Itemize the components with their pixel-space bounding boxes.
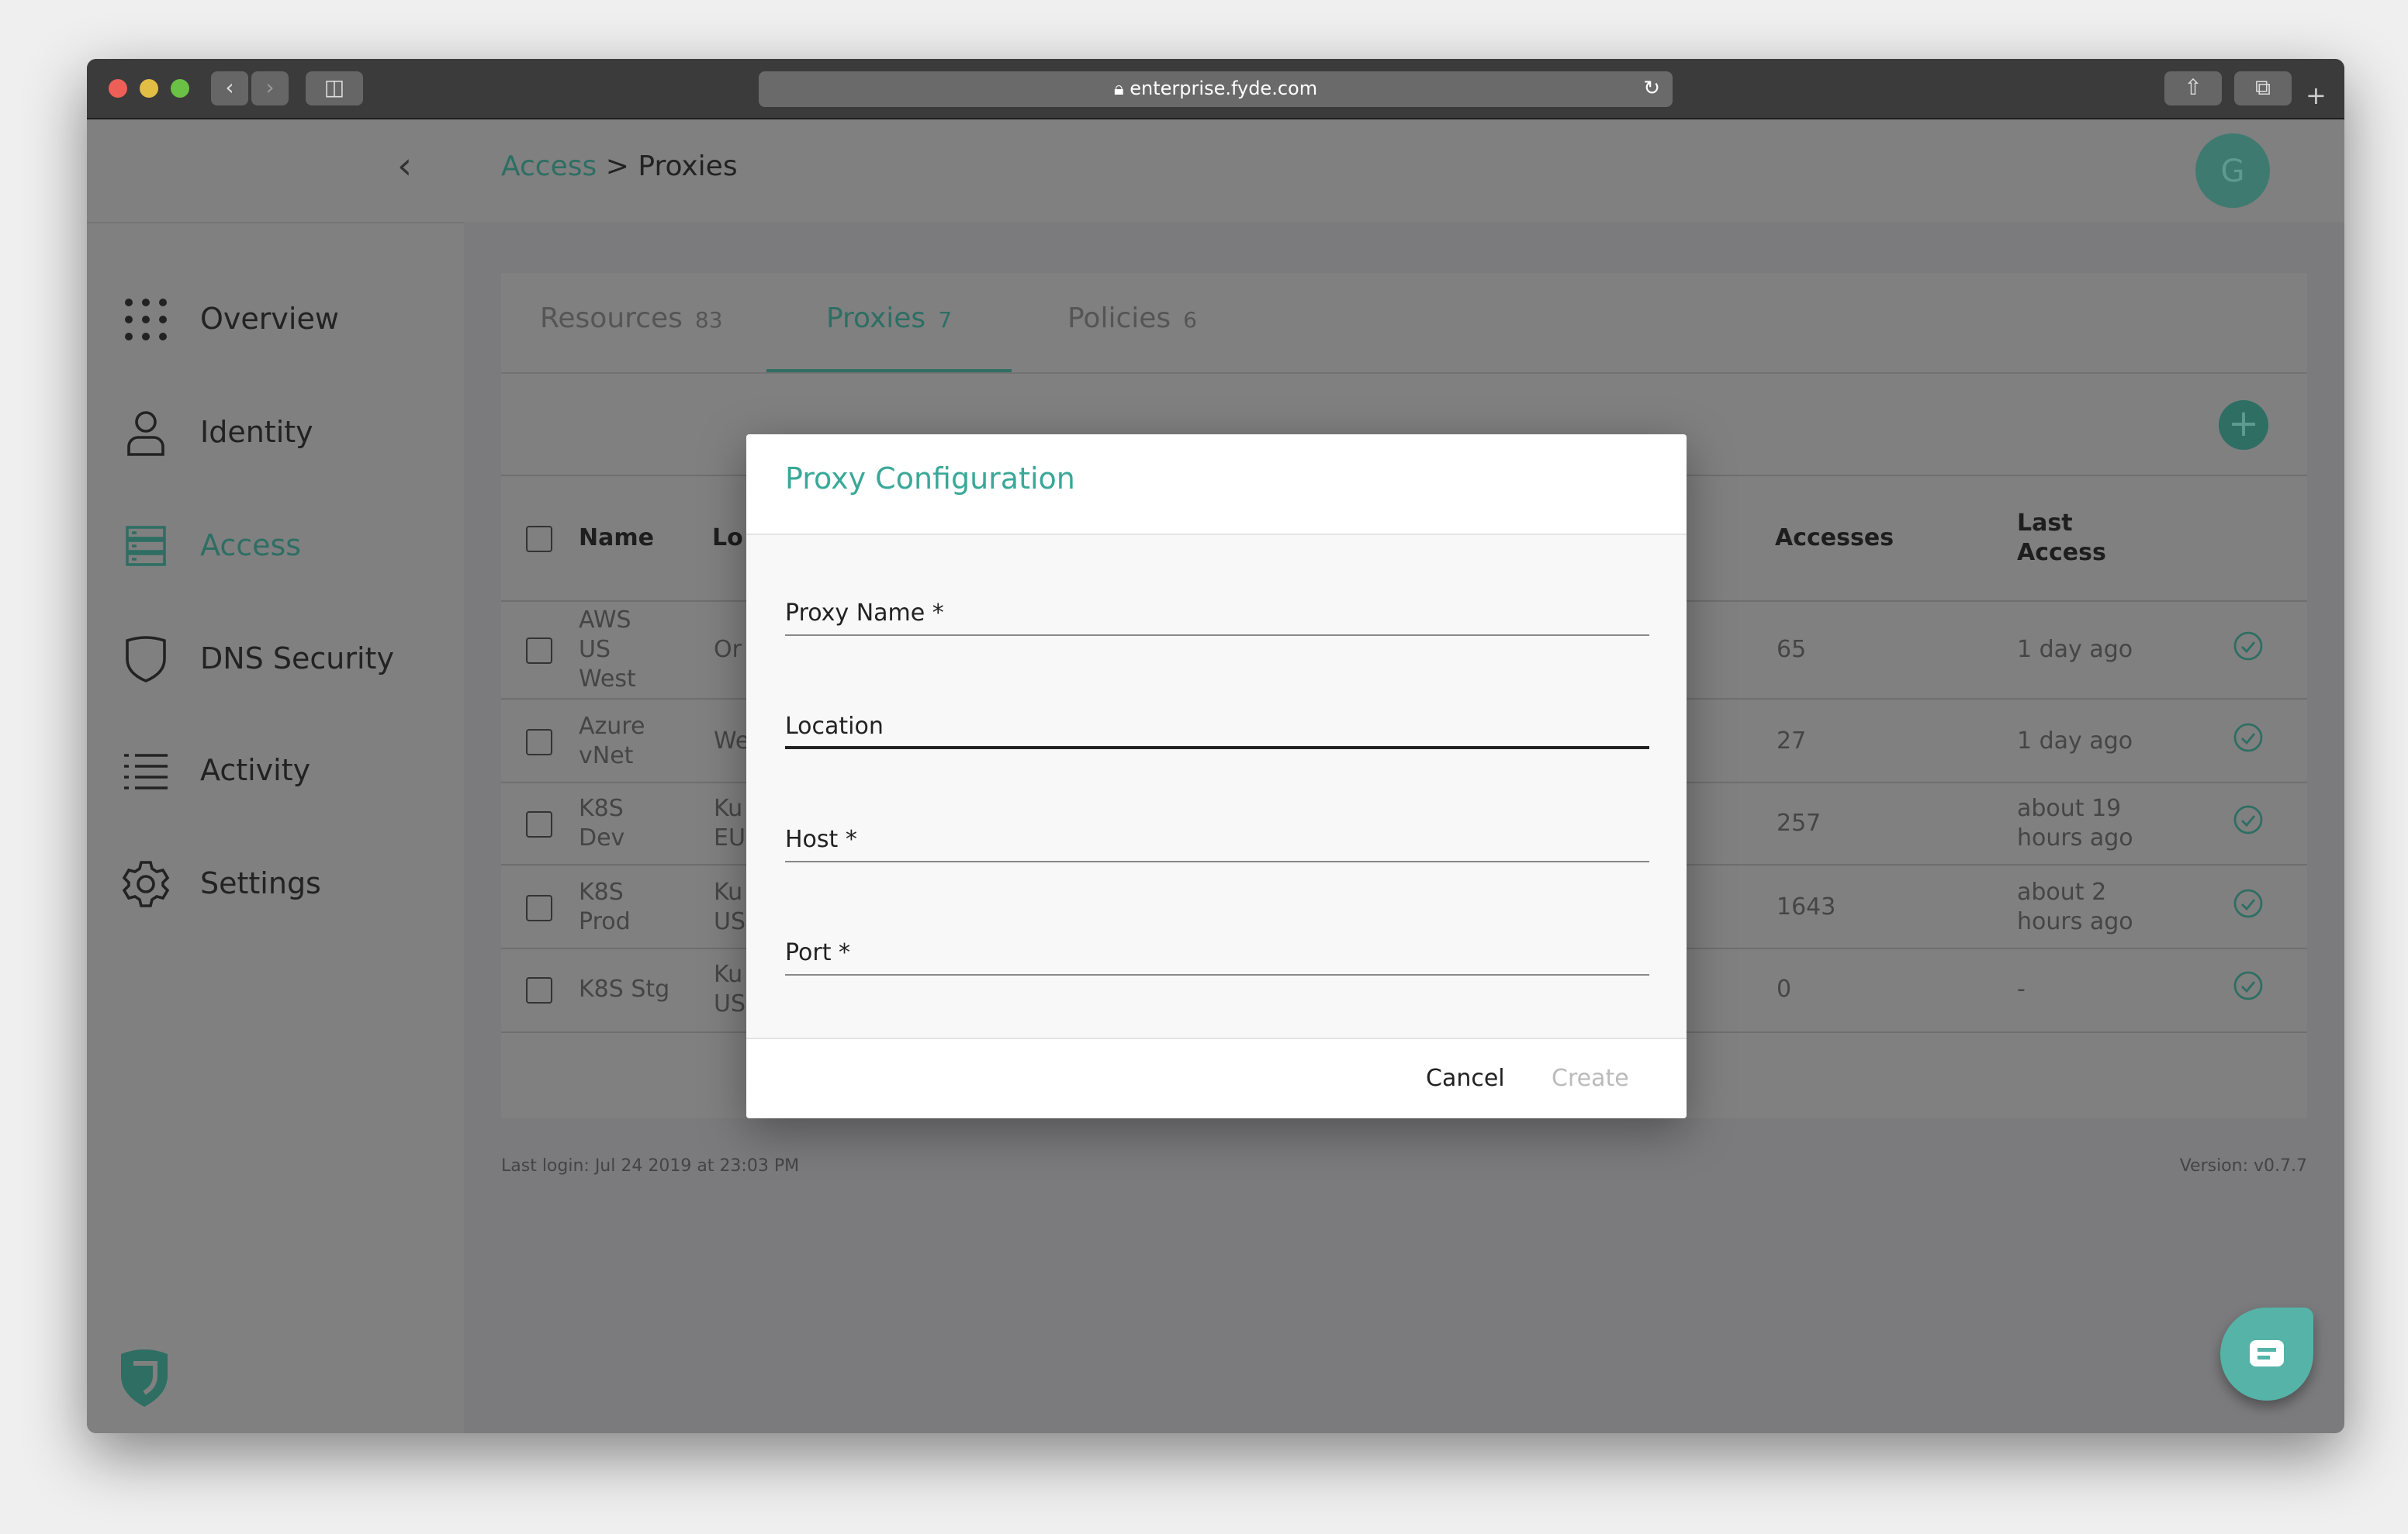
cell-last-access: 1 day ago <box>2017 726 2133 754</box>
user-icon <box>118 409 174 456</box>
check-circle-icon <box>2233 970 2264 1009</box>
cell-location: Ku US <box>714 877 746 935</box>
tab-resources[interactable]: Resources 83 <box>540 273 723 372</box>
cell-last-access: - <box>2017 975 2026 1003</box>
host-input[interactable]: Host * <box>785 825 1649 862</box>
fyde-logo <box>118 1348 171 1416</box>
cell-location: Ku US <box>714 960 746 1017</box>
breadcrumb-access-link[interactable]: Access <box>501 150 597 183</box>
gear-icon <box>118 859 174 909</box>
sidebar-item-activity[interactable]: Activity <box>87 740 464 802</box>
breadcrumb-current: Proxies <box>638 150 738 183</box>
version-text: Version: v0.7.7 <box>2179 1156 2307 1176</box>
check-circle-icon <box>2233 804 2264 843</box>
cell-location: Or <box>714 635 742 663</box>
cell-accesses: 27 <box>1777 726 1807 754</box>
row-checkbox[interactable] <box>526 811 552 838</box>
location-input[interactable]: Location <box>785 712 1649 749</box>
cell-name: K8S Stg <box>579 975 670 1003</box>
sidebar-item-overview[interactable]: Overview <box>87 288 464 351</box>
sidebar-icon[interactable]: ◫ <box>306 71 363 105</box>
reload-icon[interactable]: ↻ <box>1643 71 1660 107</box>
column-accesses[interactable]: Accesses <box>1775 523 1894 553</box>
address-bar[interactable]: 🔒︎ enterprise.fyde.com ↻ <box>759 71 1673 107</box>
column-last-access[interactable]: Last Access <box>2017 509 2106 568</box>
create-button[interactable]: Create <box>1552 1064 1629 1092</box>
select-all-checkbox[interactable] <box>526 526 552 552</box>
list-icon <box>118 752 174 789</box>
cell-last-access: 1 day ago <box>2017 635 2133 663</box>
sidebar-item-identity[interactable]: Identity <box>87 402 464 464</box>
new-tab-icon[interactable]: + <box>2306 81 2327 110</box>
chat-icon <box>2250 1340 2284 1366</box>
cancel-button[interactable]: Cancel <box>1426 1064 1505 1092</box>
cell-accesses: 1643 <box>1777 892 1836 920</box>
row-checkbox[interactable] <box>526 977 552 1004</box>
cell-accesses: 65 <box>1777 635 1807 663</box>
port-input[interactable]: Port * <box>785 938 1649 976</box>
column-location[interactable]: Lo <box>712 523 743 553</box>
grid-dots-icon <box>118 298 174 341</box>
cell-name: Azure vNet <box>579 711 645 769</box>
divider <box>501 372 2307 374</box>
cell-accesses: 257 <box>1777 809 1822 837</box>
add-proxy-button[interactable]: + <box>2219 400 2268 450</box>
cell-last-access: about 19 hours ago <box>2017 794 2133 852</box>
sidebar-item-settings[interactable]: Settings <box>87 853 464 915</box>
forward-icon[interactable]: › <box>251 71 289 105</box>
maximize-window-button[interactable] <box>171 79 189 98</box>
row-checkbox[interactable] <box>526 637 552 664</box>
cell-last-access: about 2 hours ago <box>2017 877 2133 935</box>
lock-icon: 🔒︎ <box>1113 78 1130 99</box>
tab-proxies[interactable]: Proxies 7 <box>766 273 1012 372</box>
cell-accesses: 0 <box>1777 975 1792 1003</box>
collapse-sidebar-icon[interactable]: ‹ <box>397 144 412 188</box>
cell-name: AWS US West <box>579 606 636 693</box>
breadcrumb: Access > Proxies <box>501 150 738 183</box>
avatar[interactable]: G <box>2195 133 2270 208</box>
tab-policies[interactable]: Policies 6 <box>1067 273 1197 372</box>
shield-icon <box>118 636 174 682</box>
app-header: ‹ Access > Proxies G <box>87 119 2344 222</box>
back-icon[interactable]: ‹ <box>211 71 248 105</box>
share-icon[interactable]: ⇧ <box>2164 71 2222 105</box>
column-name[interactable]: Name <box>579 523 654 553</box>
chat-button[interactable] <box>2220 1308 2313 1401</box>
minimize-window-button[interactable] <box>140 79 158 98</box>
cell-location: Ku EU <box>714 794 746 852</box>
cell-name: K8S Dev <box>579 794 625 852</box>
cell-name: K8S Prod <box>579 877 631 935</box>
row-checkbox[interactable] <box>526 894 552 921</box>
dialog-title: Proxy Configuration <box>785 462 1075 496</box>
browser-toolbar: ‹ › ◫ 🔒︎ enterprise.fyde.com ↻ ⇧ ⧉ + <box>87 59 2344 119</box>
proxy-name-input[interactable]: Proxy Name * <box>785 599 1649 636</box>
row-checkbox[interactable] <box>526 728 552 755</box>
server-icon <box>118 526 174 566</box>
sidebar-item-access[interactable]: Access <box>87 515 464 577</box>
proxy-configuration-dialog: Proxy Configuration Proxy Name * Locatio… <box>746 434 1687 1118</box>
last-login-text: Last login: Jul 24 2019 at 23:03 PM <box>501 1156 800 1176</box>
sidebar-item-dns-security[interactable]: DNS Security <box>87 628 464 690</box>
check-circle-icon <box>2233 887 2264 926</box>
check-circle-icon <box>2233 631 2264 669</box>
tabs-icon[interactable]: ⧉ <box>2234 71 2292 105</box>
sidebar: Overview Identity Access DNS Security Ac… <box>87 222 464 1433</box>
close-window-button[interactable] <box>109 79 127 98</box>
cell-location: We <box>714 726 750 754</box>
check-circle-icon <box>2233 721 2264 760</box>
